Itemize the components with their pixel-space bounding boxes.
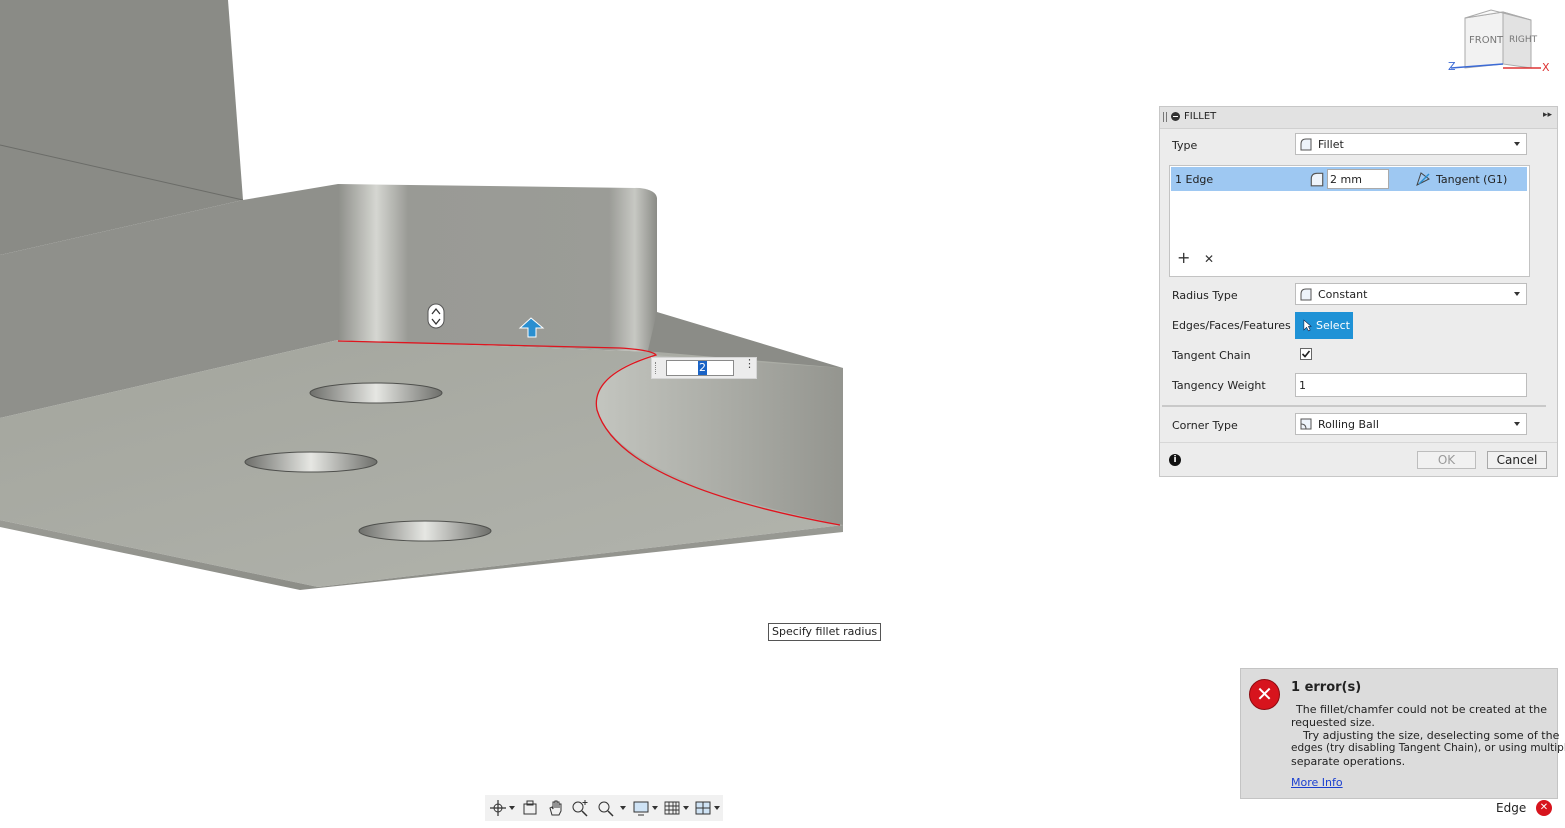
fit-icon[interactable] xyxy=(597,799,615,817)
rolling-ball-icon xyxy=(1300,418,1312,430)
edge-row-name: 1 Edge xyxy=(1175,173,1214,186)
look-at-icon[interactable] xyxy=(521,799,539,817)
error-notification: ✕ 1 error(s) The fillet/chamfer could no… xyxy=(1240,668,1565,799)
axis-z-label: Z xyxy=(1448,60,1456,73)
tangency-weight-label: Tangency Weight xyxy=(1172,379,1266,392)
fillet-radius-tooltip: Specify fillet radius xyxy=(768,623,882,641)
chevron-down-icon xyxy=(1514,422,1520,426)
cancel-button[interactable]: Cancel xyxy=(1487,451,1547,469)
chevron-down-icon xyxy=(1514,292,1520,296)
type-value: Fillet xyxy=(1318,138,1344,151)
fillet-dialog: FILLET ▸▸ Type Fillet 1 Edge 2 mm Tangen… xyxy=(1159,106,1558,477)
select-label: Select xyxy=(1316,319,1350,332)
error-icon: ✕ xyxy=(1249,679,1280,710)
tangency-weight-value: 1 xyxy=(1299,379,1306,392)
ok-button[interactable]: OK xyxy=(1417,451,1476,469)
radius-icon xyxy=(1310,172,1324,187)
grid-icon[interactable] xyxy=(663,799,681,817)
edge-continuity[interactable]: Tangent (G1) xyxy=(1436,173,1507,186)
orbit-icon[interactable] xyxy=(489,799,507,817)
edge-radius-input[interactable]: 2 mm xyxy=(1327,169,1389,189)
radius-type-label: Radius Type xyxy=(1172,289,1238,302)
radius-input[interactable]: 2 xyxy=(666,360,734,376)
chevron-down-icon xyxy=(1514,142,1520,146)
radius-dimension-box: 2 ⋮ xyxy=(651,357,757,379)
corner-type-label: Corner Type xyxy=(1172,419,1238,432)
selection-status: Edge xyxy=(1496,801,1527,815)
checkmark-icon xyxy=(1301,350,1311,358)
display-settings-icon[interactable] xyxy=(632,799,650,817)
viewcube[interactable]: FRONT RIGHT Z X xyxy=(1445,6,1555,78)
footer-divider xyxy=(1160,442,1557,443)
axis-x-label: X xyxy=(1542,61,1550,74)
panel-grip-icon[interactable] xyxy=(1163,112,1167,122)
edge-row[interactable]: 1 Edge 2 mm Tangent (G1) xyxy=(1171,167,1527,191)
tangency-weight-input[interactable]: 1 xyxy=(1295,373,1527,397)
add-icon[interactable]: + xyxy=(1177,250,1190,266)
error-line-2: requested size. xyxy=(1291,716,1375,729)
constant-radius-icon xyxy=(1300,288,1312,301)
tangent-chain-checkbox[interactable] xyxy=(1300,348,1312,360)
expand-panel-icon[interactable]: ▸▸ xyxy=(1543,110,1552,120)
collapse-icon[interactable] xyxy=(1171,112,1180,121)
remove-icon[interactable]: ✕ xyxy=(1204,252,1214,266)
error-title: 1 error(s) xyxy=(1291,680,1362,695)
more-options-icon[interactable]: ⋮ xyxy=(744,358,755,374)
edge-selection-list: 1 Edge 2 mm Tangent (G1) + ✕ xyxy=(1169,165,1530,277)
cursor-arrow-icon xyxy=(1303,319,1312,332)
hole xyxy=(244,451,378,473)
section-divider xyxy=(1162,405,1546,407)
tangent-continuity-icon xyxy=(1416,172,1430,186)
pan-icon[interactable] xyxy=(547,799,565,817)
chevron-down-icon[interactable] xyxy=(652,806,658,810)
error-line-3: Try adjusting the size, deselecting some… xyxy=(1303,729,1560,742)
hole xyxy=(309,382,443,404)
fillet-type-icon xyxy=(1300,138,1312,151)
selection-error-icon[interactable]: ✕ xyxy=(1536,800,1552,816)
chevron-down-icon[interactable] xyxy=(620,806,626,810)
viewcube-right-label[interactable]: RIGHT xyxy=(1509,35,1537,45)
boss-block xyxy=(338,184,657,352)
tangent-chain-label: Tangent Chain xyxy=(1172,349,1251,362)
chevron-down-icon[interactable] xyxy=(509,806,515,810)
info-icon[interactable]: i xyxy=(1169,454,1181,466)
corner-type-dropdown[interactable]: Rolling Ball xyxy=(1295,413,1527,435)
select-button[interactable]: Select xyxy=(1295,312,1353,339)
zoom-icon[interactable] xyxy=(571,799,589,817)
error-line-5: separate operations. xyxy=(1291,755,1406,768)
hole xyxy=(358,520,492,542)
viewcube-front-label[interactable]: FRONT xyxy=(1469,35,1503,46)
direction-manipulator-icon[interactable] xyxy=(427,303,445,329)
error-line-4: edges (try disabling Tangent Chain), or … xyxy=(1291,742,1565,754)
viewports-icon[interactable] xyxy=(694,799,712,817)
drag-grip-icon[interactable] xyxy=(655,362,660,374)
radius-type-value: Constant xyxy=(1318,288,1368,301)
corner-type-value: Rolling Ball xyxy=(1318,418,1379,431)
edges-faces-features-label: Edges/Faces/Features xyxy=(1172,319,1291,332)
error-line-1: The fillet/chamfer could not be created … xyxy=(1296,703,1547,716)
type-dropdown[interactable]: Fillet xyxy=(1295,133,1527,155)
edge-radius-value: 2 mm xyxy=(1330,173,1362,186)
fillet-title: FILLET xyxy=(1184,111,1217,122)
chevron-down-icon[interactable] xyxy=(683,806,689,810)
radius-type-dropdown[interactable]: Constant xyxy=(1295,283,1527,305)
chevron-down-icon[interactable] xyxy=(714,806,720,810)
more-info-link[interactable]: More Info xyxy=(1291,776,1343,789)
radius-input-value: 2 xyxy=(698,361,707,375)
navigation-toolbar xyxy=(485,795,723,821)
fillet-dialog-header[interactable]: FILLET ▸▸ xyxy=(1160,107,1557,129)
type-label: Type xyxy=(1172,139,1198,152)
